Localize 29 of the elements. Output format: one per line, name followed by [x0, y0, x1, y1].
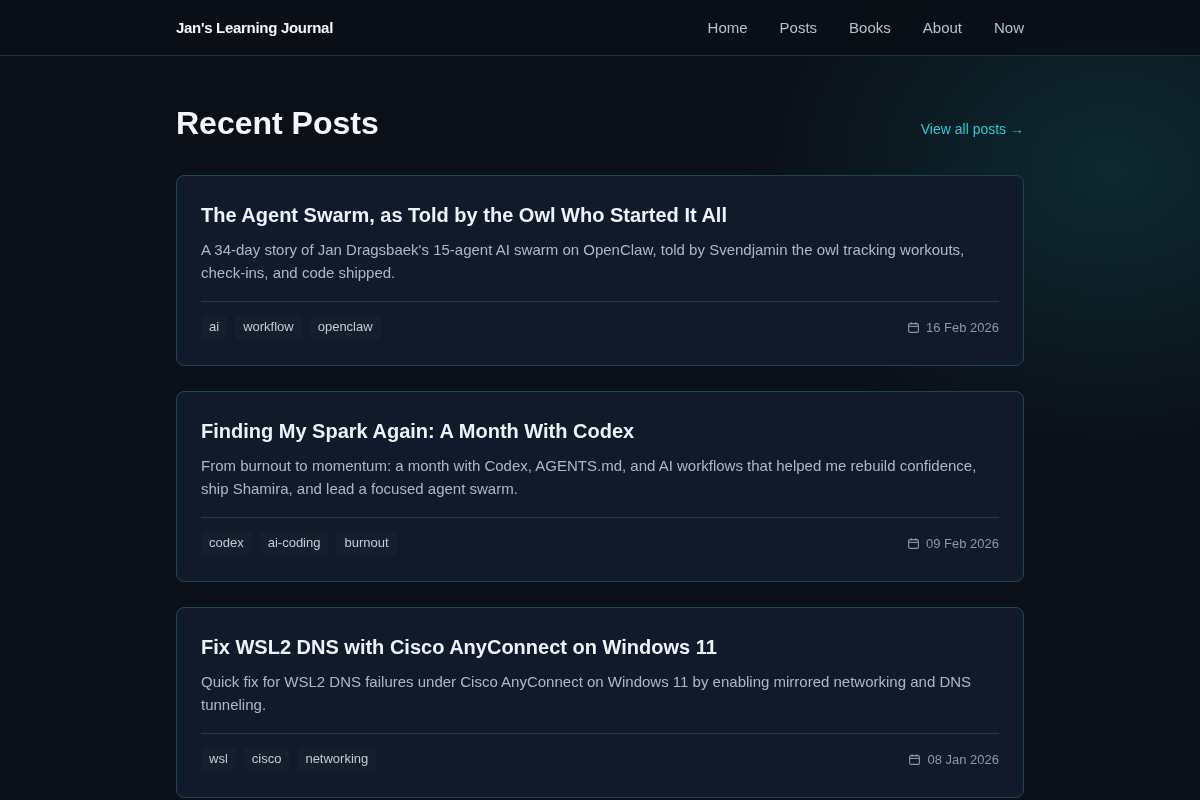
nav-link[interactable]: About — [922, 19, 962, 36]
post-title[interactable]: Finding My Spark Again: A Month With Codex — [201, 418, 999, 444]
tag-chip[interactable]: networking — [297, 747, 377, 771]
nav-link[interactable]: Now — [994, 19, 1024, 36]
site-title[interactable]: Jan's Learning Journal — [176, 19, 333, 36]
tag-chip[interactable]: ai-coding — [259, 531, 329, 555]
nav-link[interactable]: Posts — [779, 19, 818, 36]
nav-link[interactable]: Home — [707, 19, 748, 36]
post-date: 08 Jan 2026 — [927, 751, 999, 767]
post-title[interactable]: The Agent Swarm, as Told by the Owl Who Started It All — [201, 202, 999, 228]
calendar-icon — [908, 537, 919, 549]
tag-chip[interactable]: openclaw — [309, 315, 381, 339]
calendar-icon — [909, 753, 921, 765]
post-summary: Quick fix for WSL2 DNS failures under Cisco AnyConnect on Windows 11 by enabling mirrored networking and DNS tunneling. — [201, 672, 973, 715]
post-summary: From burnout to momentum: a month with Codex, AGENTS.md, and AI workflows that helped me rebuild confidence, ship Shamira, and lead a focused agent swarm. — [201, 456, 978, 499]
post-date: 16 Feb 2026 — [926, 319, 999, 335]
post-summary: A 34-day story of Jan Dragsbaek's 15-agent AI swarm on OpenClaw, told by Svendjamin the owl tracking workouts, check-ins, and code shipped. — [201, 240, 966, 283]
post-title[interactable]: Fix WSL2 DNS with Cisco AnyConnect on Windows 11 — [201, 634, 999, 660]
tag-chip[interactable]: burnout — [336, 531, 397, 555]
tag-chip[interactable]: workflow — [235, 315, 302, 339]
tag-chip[interactable]: ai — [201, 315, 228, 339]
section-title: Recent Posts — [176, 104, 379, 142]
tag-chip[interactable]: cisco — [243, 747, 290, 771]
nav-link[interactable]: Books — [849, 19, 891, 36]
view-all-posts-link[interactable]: View all posts → — [920, 121, 1024, 137]
post-date: 09 Feb 2026 — [926, 535, 999, 551]
tag-chip[interactable]: wsl — [201, 747, 236, 771]
tag-chip[interactable]: codex — [201, 531, 252, 555]
calendar-icon — [908, 321, 919, 333]
